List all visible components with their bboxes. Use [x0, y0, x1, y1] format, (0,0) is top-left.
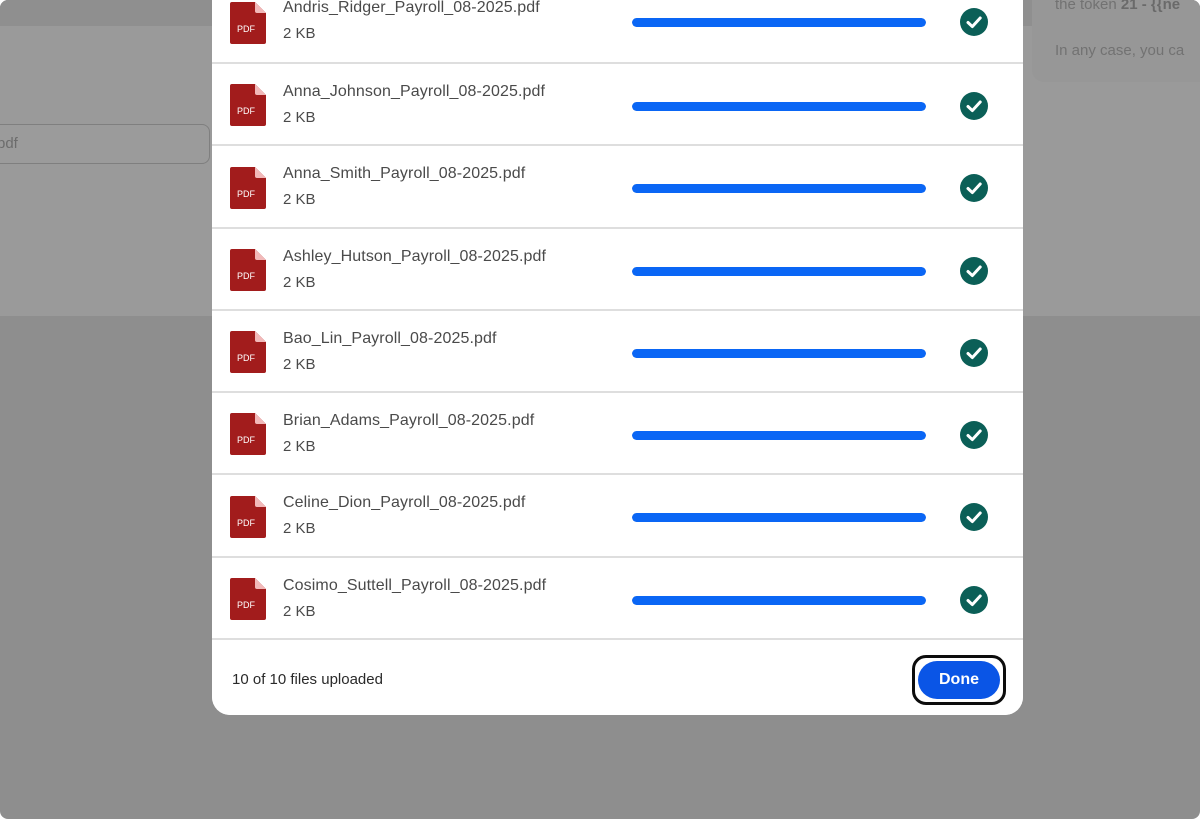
pdf-file-icon: PDF — [230, 84, 266, 127]
upload-progress-fill — [632, 513, 926, 523]
background-card-line: In any case, you ca — [1055, 42, 1185, 59]
upload-progress-bar — [632, 513, 926, 523]
file-size: 2 KB — [283, 109, 316, 126]
file-name: Andris_Ridger_Payroll_08-2025.pdf — [283, 0, 540, 16]
pdf-file-icon: PDF — [230, 248, 266, 291]
file-row: PDF Cosimo_Suttell_Payroll_08-2025.pdf 2 K… — [212, 557, 1023, 641]
check-circle-icon — [960, 585, 988, 614]
check-circle-icon — [960, 503, 988, 532]
done-button[interactable]: Done — [918, 661, 1000, 699]
pdf-file-icon: PDF — [230, 331, 266, 374]
file-name: Bao_Lin_Payroll_08-2025.pdf — [283, 329, 497, 347]
upload-progress-fill — [632, 595, 926, 605]
file-name: Brian_Adams_Payroll_08-2025.pdf — [283, 412, 535, 430]
upload-progress-bar — [632, 18, 926, 27]
background-card-line: the token 21 - {{ne — [1055, 0, 1180, 13]
check-circle-icon — [960, 8, 988, 36]
file-name: Celine_Dion_Payroll_08-2025.pdf — [283, 494, 526, 512]
pdf-file-icon: PDF — [230, 166, 266, 209]
file-size: 2 KB — [283, 438, 316, 456]
upload-status-text: 10 of 10 files uploaded — [232, 671, 383, 688]
pdf-file-icon: PDF — [230, 2, 266, 44]
upload-progress-bar — [632, 184, 926, 194]
svg-text:PDF: PDF — [237, 353, 256, 363]
upload-progress-fill — [632, 184, 926, 194]
upload-dialog: PDF Andris_Ridger_Payroll_08-2025.pdf 2 KB… — [212, 0, 1023, 715]
file-row: PDF Celine_Dion_Payroll_08-2025.pdf 2 KB — [212, 475, 1023, 558]
upload-progress-fill — [632, 266, 926, 276]
svg-text:PDF: PDF — [237, 518, 256, 528]
file-size: 2 KB — [283, 25, 316, 42]
background-input-value: pdf — [0, 135, 18, 152]
file-size: 2 KB — [283, 191, 316, 209]
svg-text:PDF: PDF — [237, 189, 256, 199]
upload-progress-fill — [632, 102, 926, 111]
upload-progress-bar — [632, 431, 926, 441]
file-row: PDF Anna_Smith_Payroll_08-2025.pdf 2 KB — [212, 146, 1023, 229]
background-card-token: 21 - {{ne — [1120, 0, 1181, 13]
file-row: PDF Andris_Ridger_Payroll_08-2025.pdf 2 KB — [212, 0, 1023, 64]
svg-text:PDF: PDF — [237, 271, 256, 281]
file-name: Anna_Johnson_Payroll_08-2025.pdf — [283, 83, 546, 100]
check-circle-icon — [960, 338, 988, 367]
svg-text:PDF: PDF — [237, 600, 256, 610]
check-circle-icon — [960, 92, 988, 120]
file-size: 2 KB — [283, 602, 316, 620]
file-size: 2 KB — [283, 355, 316, 373]
file-name: Cosimo_Suttell_Payroll_08-2025.pdf — [283, 576, 547, 594]
upload-progress-fill — [632, 431, 926, 441]
background-card-text: the token — [1055, 0, 1121, 13]
upload-progress-bar — [632, 266, 926, 276]
file-name: Anna_Smith_Payroll_08-2025.pdf — [283, 165, 526, 183]
check-circle-icon — [960, 421, 988, 450]
upload-progress-fill — [632, 348, 926, 358]
uploaded-file-list[interactable]: PDF Andris_Ridger_Payroll_08-2025.pdf 2 KB… — [212, 0, 1023, 641]
svg-text:PDF: PDF — [237, 106, 256, 116]
pdf-file-icon: PDF — [230, 578, 266, 621]
file-size: 2 KB — [283, 520, 316, 538]
upload-progress-bar — [632, 348, 926, 358]
file-row: PDF Bao_Lin_Payroll_08-2025.pdf 2 KB — [212, 310, 1023, 394]
background-file-input: pdf — [0, 124, 210, 164]
dialog-footer: 10 of 10 files uploaded Done — [212, 643, 1023, 715]
file-row: PDF Anna_Johnson_Payroll_08-2025.pdf 2 KB — [212, 64, 1023, 147]
check-circle-icon — [960, 256, 988, 285]
svg-text:PDF: PDF — [237, 24, 256, 34]
upload-progress-bar — [632, 102, 926, 111]
pdf-file-icon: PDF — [230, 413, 266, 456]
background-info-card: the token 21 - {{ne In any case, you ca — [1032, 0, 1200, 82]
file-row: PDF Ashley_Hutson_Payroll_08-2025.pdf 2 KB — [212, 228, 1023, 311]
done-button-focus-ring: Done — [912, 655, 1006, 705]
file-name: Ashley_Hutson_Payroll_08-2025.pdf — [283, 247, 547, 265]
file-row: PDF Brian_Adams_Payroll_08-2025.pdf 2 KB — [212, 393, 1023, 476]
check-circle-icon — [960, 174, 988, 203]
upload-progress-fill — [632, 18, 926, 27]
upload-progress-bar — [632, 595, 926, 605]
svg-text:PDF: PDF — [237, 435, 256, 445]
pdf-file-icon: PDF — [230, 495, 266, 538]
file-size: 2 KB — [283, 273, 316, 291]
